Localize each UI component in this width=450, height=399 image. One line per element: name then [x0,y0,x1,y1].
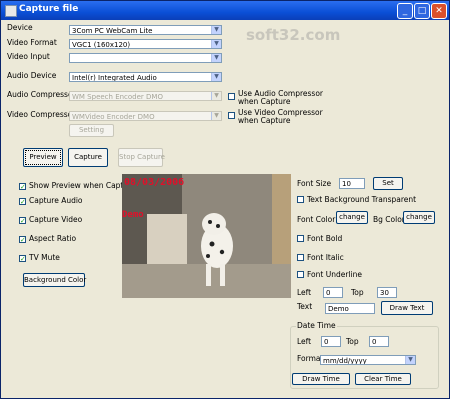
option-checkbox[interactable]: ✓ [19,198,26,206]
minimize-button[interactable]: _ [397,3,413,19]
option-label: Show Preview when Capture [29,181,136,190]
video-format-value: VGC1 (160x120) [72,41,131,49]
text-top-input[interactable]: 30 [377,287,397,298]
font-italic-label: Font Italic [307,253,344,262]
video-format-label: Video Format [7,38,57,47]
text-left-label: Left [297,288,312,297]
video-input-label: Video Input [7,52,50,61]
use-audio-compressor-checkbox[interactable] [228,93,235,100]
text-bg-transparent-label: Text Background Transparent [307,195,417,204]
option-checkbox[interactable]: ✓ [19,217,26,225]
option-label: TV Mute [29,253,60,262]
maximize-icon: □ [417,6,427,16]
audio-device-value: Intel(r) Integrated Audio [72,74,157,82]
chevron-down-icon: ▼ [211,92,221,100]
text-left-input[interactable]: 0 [323,287,343,298]
option-label: Capture Audio [29,196,83,205]
use-video-compressor-label: Use Video Compressor when Capture [238,108,323,125]
option-checkbox[interactable]: ✓ [19,183,26,191]
text-bg-transparent-checkbox[interactable] [297,196,304,203]
capture-button[interactable]: Capture [68,148,108,167]
set-font-size-button[interactable]: Set [373,177,403,190]
app-icon [5,5,17,17]
chevron-down-icon: ▼ [211,40,221,48]
background-color-button[interactable]: Background Color [23,273,86,287]
option-label: Aspect Ratio [29,234,77,243]
font-underline-checkbox[interactable] [297,271,304,278]
time-format-value: mm/dd/yyyy [323,357,367,365]
draw-text-button[interactable]: Draw Text [381,301,433,315]
audio-compressor-label: Audio Compressor [7,90,76,99]
option-checkbox[interactable]: ✓ [19,236,26,244]
close-button[interactable]: ✕ [431,3,447,19]
option-label: Capture Video [29,215,83,224]
text-label: Text [297,302,313,311]
video-text-overlay: Demo [122,210,144,220]
video-format-select[interactable]: VGC1 (160x120) ▼ [69,39,222,49]
setting-button[interactable]: Setting [69,124,114,137]
chevron-down-icon: ▼ [211,112,221,120]
bg-color-label: Bg Color [373,215,405,224]
maximize-button[interactable]: □ [414,3,430,19]
stop-capture-button[interactable]: Stop Capture [118,148,165,167]
font-color-label: Font Color [297,215,336,224]
time-top-label: Top [346,337,359,346]
time-left-input[interactable]: 0 [321,336,341,347]
time-format-select[interactable]: mm/dd/yyyy ▼ [320,355,416,365]
chevron-down-icon: ▼ [211,73,221,81]
font-size-input[interactable]: 10 [339,178,365,189]
font-color-change-button[interactable]: change [336,211,368,224]
video-compressor-select[interactable]: WMVideo Encoder DMO ▼ [69,111,222,121]
capture-window: Capture file _ □ ✕ soft32.com Device 3Co… [0,0,450,399]
device-value: 3Com PC WebCam Lite [72,27,153,35]
video-preview [122,174,291,298]
video-input-select[interactable]: ▼ [69,53,222,63]
bg-color-change-button[interactable]: change [403,211,435,224]
text-input[interactable]: Demo [325,303,375,314]
minimize-icon: _ [402,6,408,16]
font-italic-checkbox[interactable] [297,254,304,261]
draw-time-button[interactable]: Draw Time [292,373,350,385]
use-audio-compressor-label: Use Audio Compressor when Capture [238,89,324,106]
device-select[interactable]: 3Com PC WebCam Lite ▼ [69,25,222,35]
use-video-compressor-checkbox[interactable] [228,112,235,119]
video-compressor-label: Video Compressor [7,110,76,119]
video-date-overlay: 08/03/2006 [124,177,185,188]
font-size-label: Font Size [297,179,332,188]
window-title: Capture file [19,4,79,14]
video-frame [122,174,291,298]
close-icon: ✕ [435,6,443,16]
chevron-down-icon: ▼ [211,54,221,62]
preview-button[interactable]: Preview [23,148,63,167]
font-underline-label: Font Underline [307,270,362,279]
time-top-input[interactable]: 0 [369,336,389,347]
font-bold-checkbox[interactable] [297,235,304,242]
option-checkbox[interactable]: ✓ [19,255,26,263]
date-time-group-label: Date Time [296,321,337,330]
device-label: Device [7,23,33,32]
audio-device-select[interactable]: Intel(r) Integrated Audio ▼ [69,72,222,82]
video-compressor-value: WMVideo Encoder DMO [72,113,155,121]
watermark: soft32.com [246,26,341,44]
font-bold-label: Font Bold [307,234,343,243]
clear-time-button[interactable]: Clear Time [355,373,411,385]
audio-compressor-value: WM Speech Encoder DMO [72,93,163,101]
text-top-label: Top [351,288,364,297]
time-left-label: Left [297,337,312,346]
audio-compressor-select[interactable]: WM Speech Encoder DMO ▼ [69,91,222,101]
title-bar[interactable]: Capture file _ □ ✕ [1,1,449,20]
chevron-down-icon: ▼ [405,356,415,364]
chevron-down-icon: ▼ [211,26,221,34]
audio-device-label: Audio Device [7,71,57,80]
